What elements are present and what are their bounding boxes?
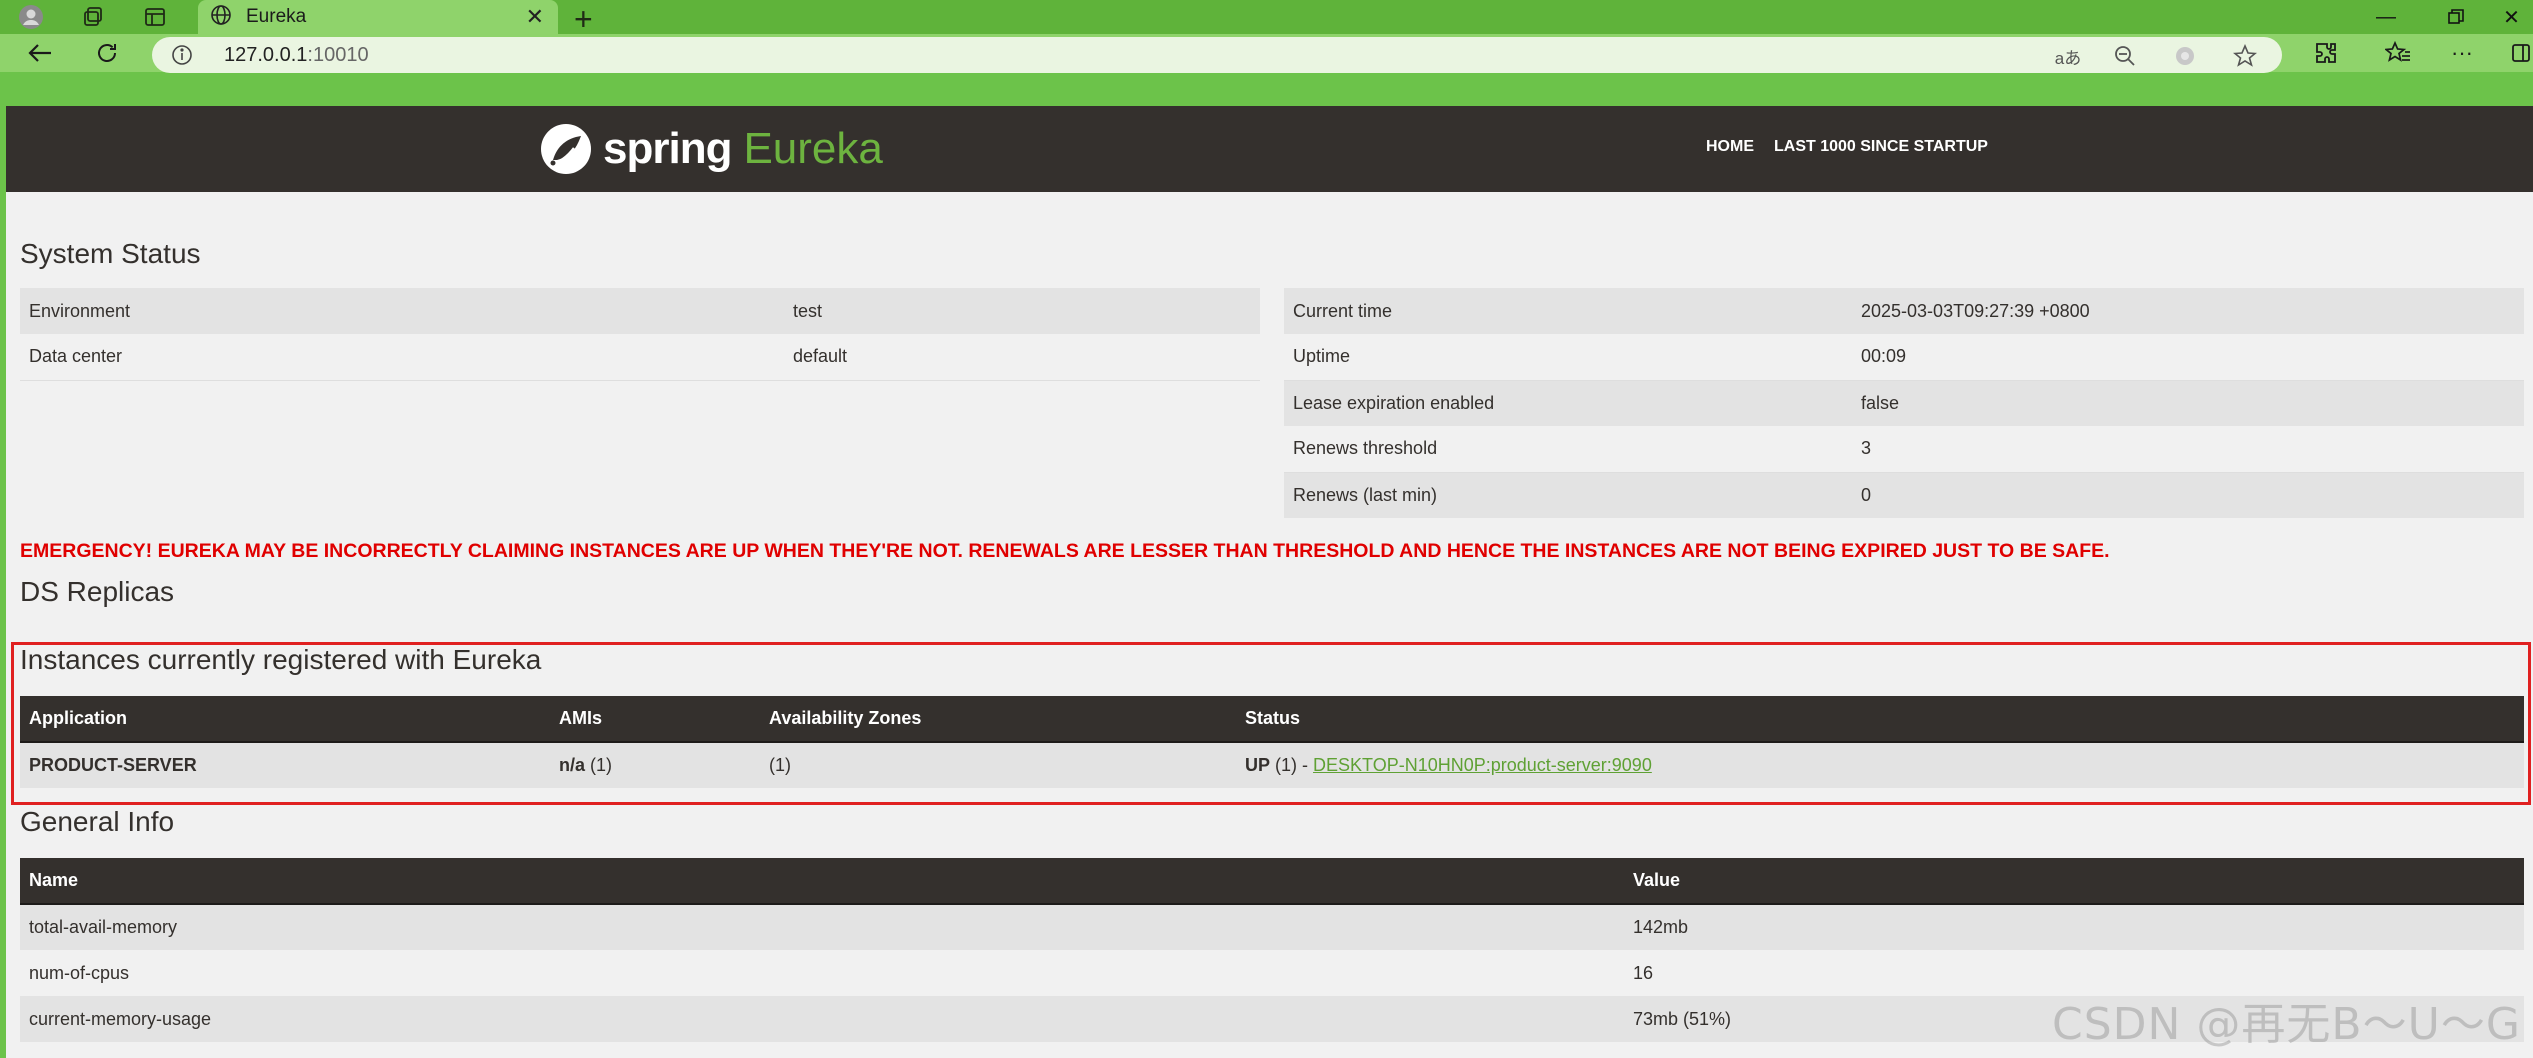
kv-label: Environment <box>20 288 784 334</box>
kv-value: default <box>784 334 1260 381</box>
brand-eureka: Eureka <box>743 124 883 173</box>
tab-close-icon[interactable]: ✕ <box>526 4 544 30</box>
kv-value: 00:09 <box>1852 334 2524 381</box>
csdn-watermark: CSDN @再无B～U～G <box>2052 999 2521 1050</box>
column-header: Value <box>1624 858 2524 905</box>
spring-leaf-icon <box>541 124 591 174</box>
browser-tab-eureka[interactable]: Eureka ✕ <box>198 0 558 34</box>
restore-icon[interactable] <box>2426 0 2486 34</box>
top-nav: HOME LAST 1000 SINCE STARTUP <box>1706 138 1988 156</box>
ds-replicas-title: DS Replicas <box>20 576 175 607</box>
general-info-title: General Info <box>20 806 175 837</box>
info-name: current-memory-usage <box>20 996 1624 1042</box>
sidebar-icon[interactable] <box>2508 38 2533 68</box>
site-info-icon[interactable] <box>170 43 194 67</box>
workspaces-icon[interactable] <box>80 4 106 30</box>
browser-toolbar: 127.0.0.1:10010 aあ ··· <box>0 34 2533 73</box>
nav-last-1000[interactable]: LAST 1000 SINCE STARTUP <box>1774 138 1988 156</box>
info-value: 142mb <box>1624 904 2524 950</box>
table-header-row: Application AMIs Availability Zones Stat… <box>20 696 2524 743</box>
new-tab-icon[interactable]: + <box>574 1 593 38</box>
more-options-icon[interactable]: ··· <box>2444 38 2480 68</box>
page-viewport: spring Eureka HOME LAST 1000 SINCE START… <box>6 106 2533 1058</box>
kv-label: Current time <box>1284 288 1852 334</box>
eureka-header: spring Eureka HOME LAST 1000 SINCE START… <box>6 106 2533 192</box>
table-row: Current time 2025-03-03T09:27:39 +0800 <box>1284 288 2524 334</box>
extensions-icon[interactable] <box>2308 38 2344 68</box>
kv-value: 0 <box>1852 472 2524 518</box>
url-text[interactable]: 127.0.0.1:10010 <box>224 44 369 67</box>
favorite-star-icon[interactable] <box>2232 43 2258 69</box>
refresh-icon[interactable] <box>89 38 125 68</box>
kv-label: Data center <box>20 334 784 381</box>
minimize-icon[interactable]: — <box>2356 0 2416 34</box>
kv-label: Lease expiration enabled <box>1284 380 1852 426</box>
table-header-row: Name Value <box>20 858 2524 905</box>
system-status-left-table: Environment test Data center default <box>20 288 1260 381</box>
address-bar[interactable]: 127.0.0.1:10010 aあ <box>152 37 2282 73</box>
column-header: Availability Zones <box>760 696 1236 743</box>
kv-value: false <box>1852 380 2524 426</box>
tab-title: Eureka <box>246 6 307 27</box>
column-header: Status <box>1236 696 2524 743</box>
table-row: Renews threshold 3 <box>1284 426 2524 473</box>
column-header: AMIs <box>550 696 760 743</box>
back-icon[interactable] <box>22 38 58 68</box>
close-window-icon[interactable]: ✕ <box>2490 0 2533 34</box>
read-aloud-icon[interactable]: aあ <box>2048 43 2088 69</box>
globe-icon <box>210 4 232 31</box>
emergency-warning: EMERGENCY! EUREKA MAY BE INCORRECTLY CLA… <box>20 540 2110 562</box>
table-row: Data center default <box>20 334 1260 381</box>
brand-spring: spring <box>603 124 732 173</box>
browser-tab-bar: Eureka ✕ + — ✕ <box>0 0 2533 37</box>
instances-title: Instances currently registered with Eure… <box>20 644 542 675</box>
spring-eureka-logo[interactable]: spring Eureka <box>539 120 883 178</box>
table-row: Lease expiration enabled false <box>1284 380 2524 426</box>
tab-actions-icon[interactable] <box>142 4 168 30</box>
table-row: Renews (last min) 0 <box>1284 472 2524 518</box>
kv-label: Uptime <box>1284 334 1852 381</box>
kv-value: test <box>784 288 1260 334</box>
kv-value: 3 <box>1852 426 2524 473</box>
instance-link[interactable]: DESKTOP-N10HN0P:product-server:9090 <box>1313 755 1652 775</box>
instance-zones: (1) <box>760 742 1236 788</box>
table-row: Environment test <box>20 288 1260 334</box>
profile-icon[interactable] <box>18 4 44 30</box>
info-name: total-avail-memory <box>20 904 1624 950</box>
system-status-right-table: Current time 2025-03-03T09:27:39 +0800 U… <box>1284 288 2524 518</box>
instance-amis: n/a (1) <box>550 742 760 788</box>
table-row: total-avail-memory 142mb <box>20 904 2524 950</box>
kv-label: Renews (last min) <box>1284 472 1852 518</box>
instance-status: UP (1) - DESKTOP-N10HN0P:product-server:… <box>1236 742 2524 788</box>
column-header: Application <box>20 696 550 743</box>
table-row: Uptime 00:09 <box>1284 334 2524 381</box>
kv-value: 2025-03-03T09:27:39 +0800 <box>1852 288 2524 334</box>
kv-label: Renews threshold <box>1284 426 1852 473</box>
zoom-out-icon[interactable] <box>2112 43 2138 69</box>
nav-home[interactable]: HOME <box>1706 138 1754 156</box>
column-header: Name <box>20 858 1624 905</box>
favorites-icon[interactable] <box>2380 38 2416 68</box>
instances-table: Application AMIs Availability Zones Stat… <box>20 696 2524 788</box>
system-status-title: System Status <box>20 238 201 269</box>
info-name: num-of-cpus <box>20 950 1624 996</box>
instance-application: PRODUCT-SERVER <box>20 742 550 788</box>
extension-disabled-icon[interactable] <box>2172 43 2198 69</box>
table-row: PRODUCT-SERVER n/a (1) (1) UP (1) - DESK… <box>20 742 2524 788</box>
